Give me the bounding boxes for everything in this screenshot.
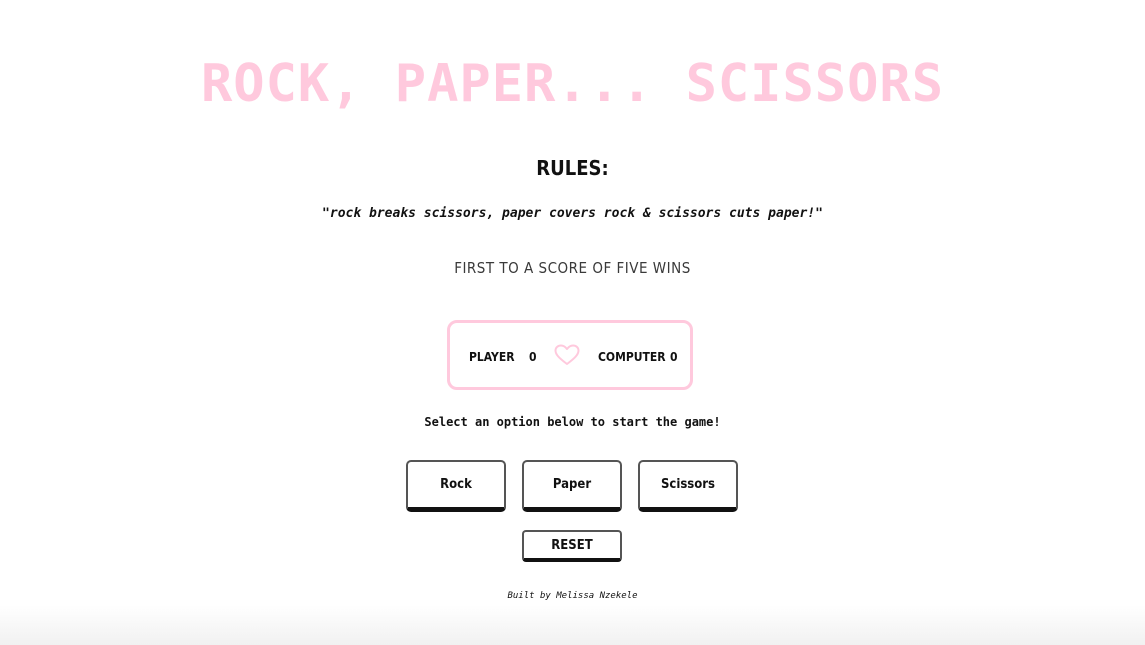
player-score: 0 [529,350,537,364]
computer-score: 0 [670,350,678,364]
rock-button[interactable]: Rock [406,460,506,512]
start-prompt: Select an option below to start the game… [424,415,721,429]
paper-button[interactable]: Paper [522,460,622,512]
rules-heading: RULES: [536,156,609,180]
scissors-button[interactable]: Scissors [638,460,738,512]
reset-button[interactable]: RESET [522,530,622,562]
win-condition-text: FIRST TO A SCORE OF FIVE WINS [454,259,691,277]
rules-text: "rock breaks scissors, paper covers rock… [322,206,823,221]
bottom-fade [0,605,1145,645]
scoreboard: PLAYER 0 COMPUTER 0 [447,320,693,390]
player-label: PLAYER [469,350,515,364]
heart-icon [554,344,580,365]
computer-label: COMPUTER [598,350,666,364]
footer-credit: Built by Melissa Nzekele [507,591,638,601]
page-title: ROCK, PAPER... SCISSORS [200,54,945,114]
